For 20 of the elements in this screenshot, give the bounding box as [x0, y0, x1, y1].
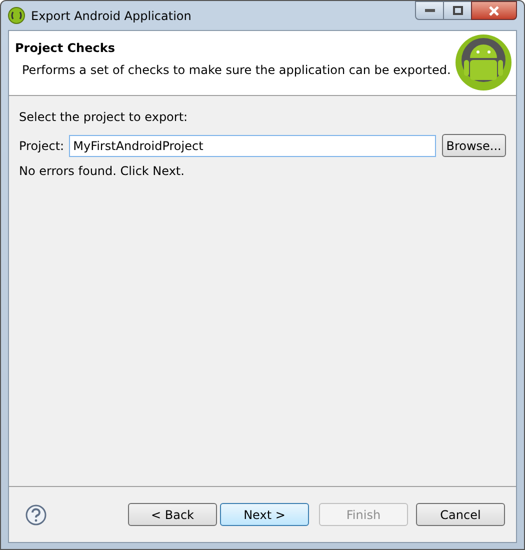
help-icon[interactable] — [25, 504, 47, 526]
project-label: Project: — [19, 138, 64, 154]
minimize-button[interactable] — [415, 1, 444, 20]
close-icon — [488, 6, 500, 16]
maximize-icon — [452, 6, 462, 15]
prompt-label: Select the project to export: — [19, 109, 189, 126]
close-button[interactable] — [471, 1, 517, 20]
dialog-button[interactable]: < Back — [128, 503, 217, 526]
dialog-button[interactable]: Next > — [220, 503, 309, 526]
page-description: Performs a set of checks to make sure the application can be exported. — [22, 62, 451, 79]
status-message: No errors found. Click Next. — [19, 163, 186, 180]
dialog-button[interactable]: Cancel — [416, 503, 505, 526]
window-title: Export Android Application — [31, 8, 192, 24]
app-icon — [8, 7, 25, 24]
page-title: Project Checks — [15, 40, 116, 57]
maximize-button[interactable] — [444, 1, 471, 20]
android-logo-icon — [455, 34, 512, 91]
project-field[interactable]: MyFirstAndroidProject — [69, 134, 436, 156]
minimize-icon — [424, 8, 434, 12]
browse-button[interactable]: Browse... — [442, 134, 506, 157]
